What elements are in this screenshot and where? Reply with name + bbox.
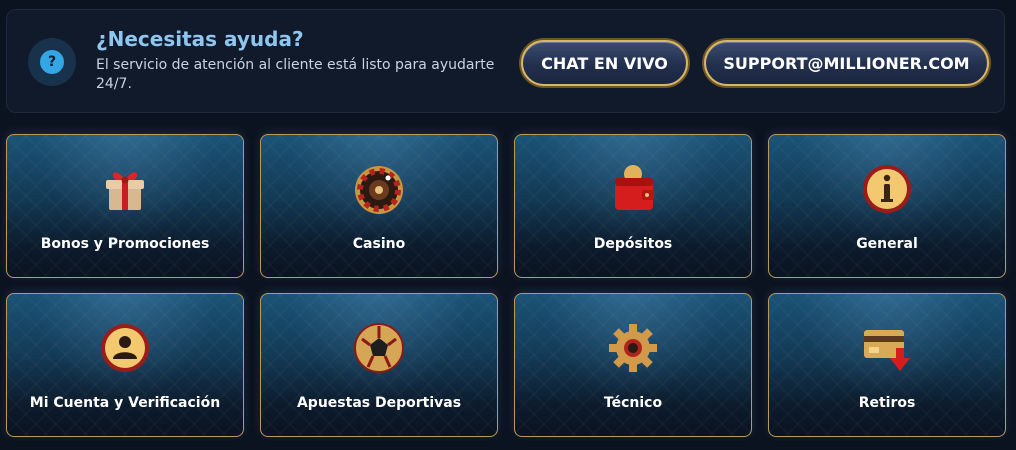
support-description: El servicio de atención al cliente está … <box>96 57 495 92</box>
category-card-casino[interactable]: Casino <box>260 134 498 278</box>
wallet-icon <box>615 165 654 210</box>
category-label: Retiros <box>858 395 916 411</box>
support-email-button[interactable]: SUPPORT@MILLIONER.COM <box>704 40 989 86</box>
category-card-tecnico[interactable]: Técnico <box>514 293 752 437</box>
category-label: Mi Cuenta y Verificación <box>29 395 221 411</box>
question-icon: ? <box>28 38 76 86</box>
category-card-bonos[interactable]: Bonos y Promociones <box>6 134 244 278</box>
help-categories-grid: Bonos y Promociones Casino Depósitos Gen… <box>6 134 1006 437</box>
category-label: Técnico <box>603 395 663 411</box>
soccer-ball-icon <box>354 323 404 373</box>
category-label: Bonos y Promociones <box>40 236 210 252</box>
support-banner: ? ¿Necesitas ayuda? El servicio de atenc… <box>6 9 1005 113</box>
roulette-icon <box>355 166 403 214</box>
support-title: ¿Necesitas ayuda? <box>96 27 304 51</box>
category-label: Apuestas Deportivas <box>296 395 462 411</box>
category-label: Depósitos <box>593 236 673 252</box>
info-icon <box>863 165 911 213</box>
category-label: General <box>856 236 918 252</box>
category-card-apuestas[interactable]: Apuestas Deportivas <box>260 293 498 437</box>
category-card-general[interactable]: General <box>768 134 1006 278</box>
category-card-retiros[interactable]: Retiros <box>768 293 1006 437</box>
category-label: Casino <box>352 236 406 252</box>
card-withdraw-icon <box>864 330 910 371</box>
category-card-mi-cuenta[interactable]: Mi Cuenta y Verificación <box>6 293 244 437</box>
gear-icon <box>609 324 657 372</box>
category-card-depositos[interactable]: Depósitos <box>514 134 752 278</box>
live-chat-button[interactable]: CHAT EN VIVO <box>521 40 688 86</box>
gift-icon <box>106 172 144 210</box>
user-icon <box>101 324 149 372</box>
